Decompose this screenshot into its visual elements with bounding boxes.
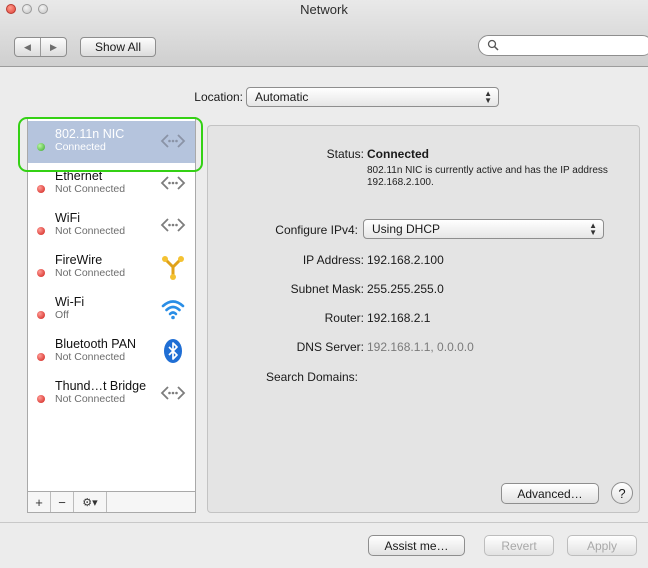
router-value: 192.168.2.1 (367, 311, 431, 325)
detail-pane: Status: Connected 802.11n NIC is current… (207, 125, 640, 513)
wifi-icon (161, 300, 185, 320)
status-dot-icon (37, 353, 45, 361)
status-value: Connected (367, 147, 430, 161)
configure-ipv4-value: Using DHCP (372, 222, 441, 236)
service-status: Off (55, 309, 69, 321)
gear-menu-button[interactable]: ⚙▾ (74, 492, 106, 512)
back-button[interactable]: ◀ (15, 38, 40, 56)
status-description: 802.11n NIC is currently active and has … (367, 165, 608, 188)
location-label: Location: (194, 90, 243, 104)
subnet-mask-label: Subnet Mask: (290, 282, 364, 296)
add-service-button[interactable]: + (28, 492, 50, 512)
service-status: Not Connected (55, 351, 126, 363)
network-arrows-icon (160, 386, 186, 400)
apply-button[interactable]: Apply (567, 535, 637, 556)
selection-highlight-ring (18, 117, 203, 172)
dns-server-value: 192.168.1.1, 0.0.0.0 (367, 340, 474, 354)
network-arrows-icon (160, 218, 186, 232)
dns-server-label: DNS Server: (296, 340, 364, 354)
ip-address-value: 192.168.2.100 (367, 253, 444, 267)
service-name: Bluetooth PAN (55, 337, 137, 351)
service-list: 802.11n NIC Connected Ethernet Not Conne… (27, 117, 196, 492)
location-popup[interactable]: Automatic ▲ ▼ (246, 87, 499, 107)
search-icon (487, 39, 499, 51)
service-status: Not Connected (55, 267, 126, 279)
footer-divider (0, 522, 648, 523)
status-dot-icon (37, 311, 45, 319)
status-dot-icon (37, 227, 45, 235)
service-name: Thund…t Bridge (55, 379, 147, 393)
service-name: FireWire (55, 253, 103, 267)
back-forward-control: ◀ ▶ (14, 37, 67, 57)
service-name: WiFi (55, 211, 80, 225)
status-label: Status: (326, 147, 364, 161)
network-arrows-icon (160, 176, 186, 190)
help-button[interactable]: ? (611, 482, 633, 504)
status-dot-icon (37, 395, 45, 403)
status-dot-icon (37, 269, 45, 277)
configure-ipv4-popup[interactable]: Using DHCP ▲ ▼ (363, 219, 604, 239)
service-item-bluetooth-pan[interactable]: Bluetooth PAN Not Connected (28, 331, 195, 373)
search-domains-label: Search Domains: (265, 370, 358, 384)
service-status: Not Connected (55, 225, 126, 237)
configure-ipv4-label: Configure IPv4: (275, 223, 358, 237)
remove-service-button[interactable]: − (51, 492, 73, 512)
service-item-thunderbolt-bridge[interactable]: Thund…t Bridge Not Connected (28, 373, 195, 415)
service-status: Not Connected (55, 393, 126, 405)
status-dot-icon (37, 185, 45, 193)
service-name: Wi-Fi (55, 295, 85, 309)
popup-arrows-icon: ▲ ▼ (484, 89, 492, 105)
popup-arrows-icon: ▲ ▼ (589, 221, 597, 237)
forward-button[interactable]: ▶ (40, 38, 66, 56)
revert-button[interactable]: Revert (484, 535, 554, 556)
router-label: Router: (324, 311, 364, 325)
subnet-mask-value: 255.255.255.0 (367, 282, 444, 296)
bluetooth-icon (164, 339, 182, 363)
show-all-button[interactable]: Show All (80, 37, 156, 57)
divider (106, 492, 107, 512)
location-value: Automatic (255, 90, 309, 104)
ip-address-label: IP Address: (302, 253, 364, 267)
advanced-button[interactable]: Advanced… (501, 483, 599, 504)
search-field[interactable] (478, 35, 648, 56)
assist-me-button[interactable]: Assist me… (368, 535, 465, 556)
service-item-wifi-adapter[interactable]: WiFi Not Connected (28, 205, 195, 247)
window-toolbar: Network ◀ ▶ Show All (0, 0, 648, 67)
service-list-toolbar: + − ⚙▾ (27, 491, 196, 513)
firewire-icon (162, 256, 184, 280)
service-item-firewire[interactable]: FireWire Not Connected (28, 247, 195, 289)
service-item-wi-fi[interactable]: Wi-Fi Off (28, 289, 195, 331)
service-status: Not Connected (55, 183, 126, 195)
window-title: Network (300, 2, 348, 17)
